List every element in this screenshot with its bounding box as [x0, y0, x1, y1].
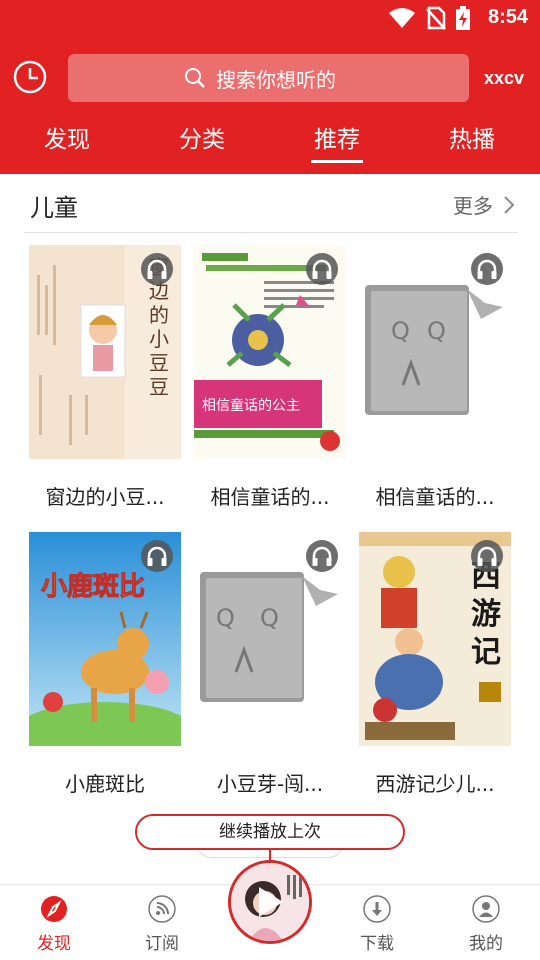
headphone-icon — [471, 253, 503, 285]
no-sim-icon — [426, 6, 446, 34]
headphone-icon — [306, 540, 338, 572]
chevron-right-icon — [504, 195, 515, 214]
book-title: 小鹿斑比 — [65, 772, 145, 796]
search-icon — [185, 68, 205, 88]
tab-recommend[interactable]: 推荐 — [277, 120, 397, 154]
nav-label: 订阅 — [145, 934, 179, 954]
player-disc-button[interactable] — [228, 860, 312, 944]
svg-text:Q: Q — [260, 604, 279, 632]
cover-title-text: 相信童话的公主 — [202, 398, 300, 414]
book-title: 相信童话的... — [375, 485, 495, 509]
book-title: 窗边的小豆... — [45, 485, 165, 509]
status-bar: 8:54 — [0, 0, 540, 36]
section-title: 儿童 — [30, 194, 78, 222]
svg-text:Q: Q — [216, 604, 235, 632]
nav-item-mine[interactable]: 我的 — [446, 885, 526, 960]
tab-hot[interactable]: 热播 — [412, 120, 532, 154]
nav-label: 发现 — [37, 934, 71, 954]
cover-title-text: 小鹿斑比 — [40, 572, 146, 603]
tab-discover[interactable]: 发现 — [7, 120, 127, 154]
search-bar[interactable]: 搜索你想听的 — [68, 54, 469, 102]
section-header: 儿童 更多 — [0, 174, 540, 232]
user-icon — [472, 895, 500, 923]
more-link[interactable]: 更多 — [453, 190, 515, 219]
book-title: 相信童话的... — [210, 485, 330, 509]
nav-item-download[interactable]: 下载 — [337, 885, 417, 960]
user-name[interactable]: xxcv — [484, 68, 524, 89]
headphone-icon — [306, 253, 338, 285]
cover-title-text: 西游记 — [471, 559, 501, 670]
nav-item-subscribe[interactable]: 订阅 — [122, 885, 202, 960]
top-header: 8:54 搜索你想听的 xxcv 发现 分类 推荐 热播 — [0, 0, 540, 174]
battery-charging-icon — [456, 6, 470, 34]
active-tab-indicator — [311, 160, 363, 163]
more-label: 更多 — [453, 194, 493, 218]
book-title: 小豆芽-闯... — [216, 772, 324, 796]
top-tabs: 发现 分类 推荐 热播 — [0, 120, 540, 170]
svg-text:Q: Q — [427, 317, 446, 345]
headphone-icon — [141, 253, 173, 285]
book-title: 西游记少儿... — [375, 772, 495, 796]
svg-text:Q: Q — [391, 317, 410, 345]
wifi-icon — [388, 6, 416, 34]
tab-category[interactable]: 分类 — [142, 120, 262, 154]
compass-icon — [41, 896, 67, 922]
continue-playing-button[interactable]: 继续播放上次 — [135, 814, 405, 850]
nav-label: 下载 — [360, 934, 394, 954]
rss-icon — [148, 895, 176, 923]
status-time: 8:54 — [487, 6, 528, 28]
history-button[interactable] — [13, 60, 47, 94]
nav-label: 我的 — [469, 934, 503, 954]
clock-icon — [13, 60, 47, 94]
nav-item-discover[interactable]: 发现 — [14, 885, 94, 960]
download-icon — [363, 895, 391, 923]
play-icon — [259, 887, 283, 917]
app-screen: 8:54 搜索你想听的 xxcv 发现 分类 推荐 热播 儿童 更多 边的小豆豆… — [0, 0, 540, 960]
search-placeholder: 搜索你想听的 — [216, 67, 336, 92]
section-divider — [24, 232, 518, 233]
headphone-icon — [471, 540, 503, 572]
headphone-icon — [141, 540, 173, 572]
